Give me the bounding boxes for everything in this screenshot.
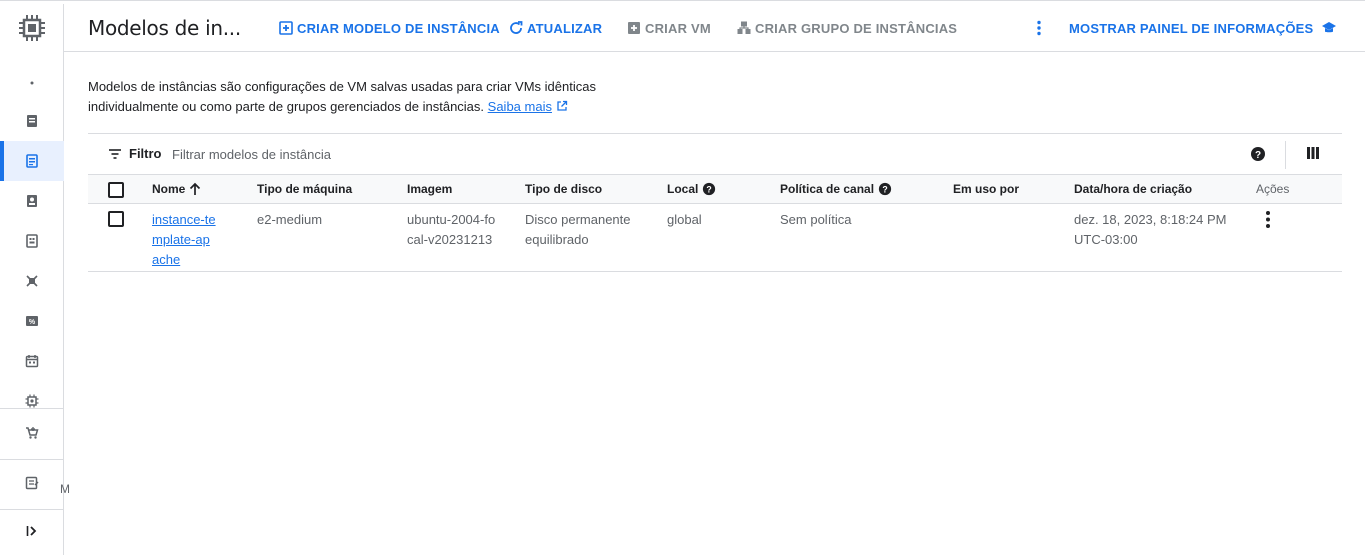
filter-bar: Filtro ?: [88, 133, 1342, 175]
refresh-button[interactable]: ATUALIZAR: [508, 18, 602, 38]
column-header-created: Data/hora de criação: [1074, 182, 1192, 196]
machine-type-cell: e2-medium: [257, 212, 323, 227]
column-machine-type-label: Tipo de máquina: [257, 182, 353, 196]
learn-more-label: Saiba mais: [487, 99, 552, 114]
location-cell: global: [667, 212, 702, 227]
nav-tpus-icon[interactable]: [0, 261, 64, 301]
filter-label: Filtro: [129, 146, 162, 161]
nav-marketplace-cart-icon[interactable]: [0, 413, 64, 453]
column-location-label: Local: [667, 182, 699, 196]
page-description: Modelos de instâncias são configurações …: [88, 77, 648, 117]
create-template-label: CRIAR MODELO DE INSTÂNCIA: [297, 20, 500, 36]
add-box-filled-icon: [628, 22, 640, 34]
nav-dot-icon[interactable]: [0, 63, 64, 103]
template-name-cell: instance-template-apache: [152, 210, 216, 270]
help-icon[interactable]: ?: [878, 182, 892, 196]
page-title: Modelos de in...: [88, 16, 241, 40]
refresh-icon: [510, 21, 523, 34]
table-row: instance-template-apache e2-medium ubunt…: [88, 204, 1342, 272]
column-in-use-by-label: Em uso por: [953, 182, 1020, 196]
column-header-actions: Ações: [1256, 182, 1289, 196]
column-image-label: Imagem: [407, 182, 453, 196]
sort-ascending-arrow-icon[interactable]: [189, 182, 201, 196]
external-link-icon: [556, 100, 567, 111]
filter-icon[interactable]: [108, 148, 122, 160]
row-checkbox[interactable]: [108, 211, 124, 227]
column-header-image: Imagem: [407, 182, 452, 196]
page-header: Modelos de in... CRIAR MODELO DE INSTÂNC…: [64, 4, 1365, 52]
column-disk-type-label: Tipo de disco: [525, 182, 603, 196]
create-vm-label: CRIAR VM: [645, 20, 711, 36]
nav-instance-templates-icon[interactable]: [0, 141, 64, 181]
show-info-panel-button[interactable]: MOSTRAR PAINEL DE INFORMAÇÕES: [1069, 18, 1313, 38]
table-header: Nome Tipo de máquina Imagem Tipo de disc…: [88, 175, 1342, 204]
svg-text:%: %: [29, 319, 36, 326]
compute-engine-logo-icon[interactable]: [16, 12, 48, 44]
create-instance-group-label: CRIAR GRUPO DE INSTÂNCIAS: [755, 20, 958, 36]
select-all-checkbox[interactable]: [108, 182, 124, 198]
nav-machine-images-icon[interactable]: [0, 221, 64, 261]
nav-vm-instances-icon[interactable]: [0, 101, 64, 141]
learn-school-icon[interactable]: [1321, 18, 1337, 38]
column-header-location: Local ?: [667, 182, 716, 196]
column-header-in-use-by: Em uso por: [953, 182, 1019, 196]
rail-divider: [0, 459, 64, 460]
create-vm-button[interactable]: CRIAR VM: [626, 18, 711, 38]
column-header-channel-policy: Política de canal ?: [780, 182, 892, 196]
column-channel-policy-label: Política de canal: [780, 182, 875, 196]
row-actions-kebab-icon[interactable]: [1260, 210, 1276, 230]
rail-peek-label: M: [60, 482, 70, 496]
more-actions-icon[interactable]: [1031, 18, 1047, 38]
column-created-label: Data/hora de criação: [1074, 182, 1193, 196]
nav-reservations-icon[interactable]: [0, 341, 64, 381]
svg-text:?: ?: [882, 185, 887, 195]
column-header-name[interactable]: Nome: [152, 182, 201, 196]
show-info-panel-label: MOSTRAR PAINEL DE INFORMAÇÕES: [1069, 20, 1314, 36]
rail-divider: [0, 509, 64, 510]
help-icon[interactable]: ?: [702, 182, 716, 196]
column-header-machine-type: Tipo de máquina: [257, 182, 352, 196]
create-instance-group-button[interactable]: CRIAR GRUPO DE INSTÂNCIAS: [736, 18, 957, 38]
toolbar-separator: [1285, 141, 1286, 169]
create-template-button[interactable]: CRIAR MODELO DE INSTÂNCIA: [278, 18, 500, 38]
add-box-icon: [279, 21, 293, 35]
disk-type-cell: Disco permanente equilibrado: [525, 212, 631, 247]
channel-policy-cell: Sem política: [780, 212, 852, 227]
svg-text:?: ?: [707, 185, 712, 195]
image-cell: ubuntu-2004-focal-v20231213: [407, 212, 496, 247]
column-display-icon[interactable]: [1306, 146, 1320, 160]
column-name-label: Nome: [152, 182, 186, 196]
nav-committed-use-discounts-icon[interactable]: %: [0, 301, 64, 341]
instance-group-icon: [737, 21, 751, 34]
expand-nav-icon[interactable]: [0, 511, 64, 551]
created-cell: dez. 18, 2023, 8:18:24 PM UTC-03:00: [1074, 212, 1227, 247]
nav-sole-tenant-icon[interactable]: [0, 181, 64, 221]
template-name-link[interactable]: instance-template-apache: [152, 212, 216, 267]
left-nav-rail: % M: [0, 4, 70, 555]
help-icon[interactable]: ?: [1250, 146, 1266, 162]
svg-text:?: ?: [1255, 150, 1261, 161]
filter-input[interactable]: [172, 143, 572, 165]
rail-divider: [0, 408, 64, 409]
nav-release-notes-icon[interactable]: [0, 463, 64, 503]
column-header-disk-type: Tipo de disco: [525, 182, 602, 196]
column-actions-label: Ações: [1256, 182, 1290, 196]
refresh-label: ATUALIZAR: [527, 20, 603, 36]
learn-more-link[interactable]: Saiba mais: [488, 99, 552, 114]
